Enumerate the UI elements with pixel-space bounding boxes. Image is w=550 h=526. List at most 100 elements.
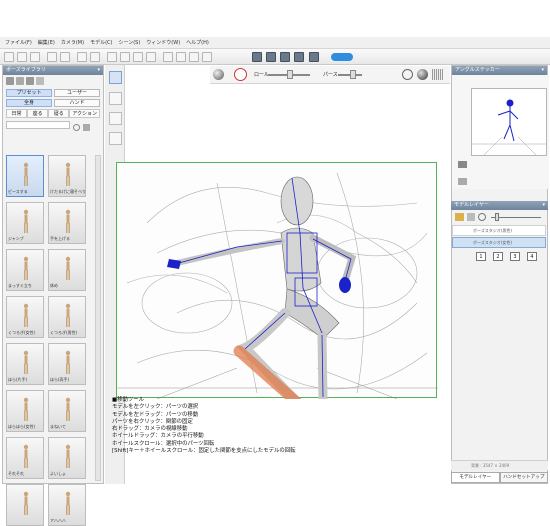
tab-hand[interactable]: ハンド	[54, 99, 100, 107]
eye-icon[interactable]	[189, 52, 199, 62]
pose-figure-icon	[65, 303, 71, 327]
reset-view-icon[interactable]	[402, 69, 413, 80]
angle-button-3[interactable]: 3	[510, 252, 520, 261]
layer-icon[interactable]	[163, 52, 173, 62]
angle-preview[interactable]	[471, 88, 547, 156]
library-scrollbar[interactable]	[95, 155, 101, 481]
menu-file[interactable]: ファイル(F)	[5, 39, 32, 46]
panel-close-icon[interactable]: ▾	[541, 66, 544, 75]
save-icon[interactable]	[30, 52, 40, 62]
visibility-icon[interactable]	[478, 213, 486, 221]
layer-item-male[interactable]: ボーズスタジオ(男性)	[452, 225, 546, 236]
menu-window[interactable]: ウィンドウ(W)	[146, 39, 180, 46]
pose-icon[interactable]	[120, 52, 130, 62]
menu-model[interactable]: モデル(C)	[90, 39, 112, 46]
pose-thumbnail[interactable]: ジャンプ	[6, 202, 44, 244]
perspective-label: パース	[323, 72, 338, 78]
pose-thumbnail[interactable]: ほら(片手)	[6, 343, 44, 385]
category-action[interactable]: アクション	[69, 109, 100, 118]
new-file-icon[interactable]	[4, 52, 14, 62]
pose-thumbnail[interactable]: それそれ	[6, 437, 44, 479]
open-folder-icon[interactable]	[17, 52, 27, 62]
pose-thumbnail[interactable]: くつろぎ(女性)	[6, 296, 44, 338]
search-input[interactable]	[6, 121, 70, 129]
grid-icon[interactable]	[432, 69, 443, 80]
shape-icon[interactable]	[176, 52, 186, 62]
canvas-frame[interactable]	[116, 162, 438, 419]
panel-close-icon[interactable]: ▾	[542, 201, 545, 210]
pose-library-title: ポーズライブラリ	[6, 67, 46, 73]
pose-thumbnail[interactable]	[6, 484, 44, 526]
pose-thumbnail[interactable]: ほら(両手)	[48, 343, 86, 385]
background-icon[interactable]	[266, 52, 276, 62]
category-sit[interactable]: 座る	[27, 109, 49, 118]
menu-edit[interactable]: 編集(E)	[38, 39, 55, 46]
gyro-icon[interactable]	[234, 68, 247, 81]
pose-thumbnail[interactable]: まねいて	[48, 390, 86, 432]
help-line: ホイールドラッグ：カメラの平行移動	[112, 433, 204, 440]
tab-user[interactable]: ユーザー	[54, 89, 100, 97]
pose-figure-icon	[23, 209, 29, 233]
film-icon[interactable]	[294, 52, 304, 62]
pose-figure-icon	[65, 209, 71, 233]
shading-icon[interactable]	[417, 69, 428, 80]
angle-button-4[interactable]: 4	[527, 252, 537, 261]
angle-sticker-area	[452, 75, 549, 189]
angle-button-1[interactable]: 1	[476, 252, 486, 261]
delete-icon[interactable]	[36, 77, 44, 85]
refresh-icon[interactable]	[26, 77, 34, 85]
pose-thumbnail[interactable]: アハハハ	[48, 484, 86, 526]
pose-thumbnail[interactable]: ほらほら(女性)	[6, 390, 44, 432]
tab-model-layer[interactable]: モデルレイヤー	[451, 472, 500, 483]
gear-icon[interactable]	[133, 52, 143, 62]
angle-button-2[interactable]: 2	[493, 252, 503, 261]
tab-preset[interactable]: プリセット	[6, 89, 52, 97]
pen-icon[interactable]	[202, 52, 212, 62]
panel-close-icon[interactable]: ▾	[97, 66, 100, 75]
folder-icon[interactable]	[455, 213, 464, 221]
light-icon[interactable]	[107, 52, 117, 62]
menu-camera[interactable]: カメラ(M)	[61, 39, 84, 46]
pose-thumbnail[interactable]: 休め	[48, 249, 86, 291]
help-icon[interactable]	[309, 52, 319, 62]
perspective-slider-handle[interactable]	[350, 70, 356, 79]
pose-thumbnail[interactable]: けだるげに寝そべり	[48, 155, 86, 197]
tab-full-body[interactable]: 全身	[6, 99, 52, 107]
roll-slider-handle[interactable]	[287, 70, 293, 79]
pose-thumbnail[interactable]: まっすぐ立ち	[6, 249, 44, 291]
opacity-slider-handle[interactable]	[495, 213, 499, 221]
paste-icon[interactable]	[90, 52, 100, 62]
library-icon-row	[3, 75, 103, 87]
pose-thumbnail[interactable]: ピースする	[6, 155, 44, 197]
duplicate-icon[interactable]	[467, 213, 475, 221]
fill-icon[interactable]	[146, 52, 156, 62]
category-sleep[interactable]: 寝る	[48, 109, 70, 118]
settings-icon[interactable]	[83, 124, 90, 131]
copy-icon[interactable]	[77, 52, 87, 62]
pose-thumbnail[interactable]: くつろぎ(男性)	[48, 296, 86, 338]
redo-icon[interactable]	[60, 52, 70, 62]
rotate-tool-icon[interactable]	[109, 92, 122, 105]
pose-figure-icon	[23, 350, 29, 374]
scene-icon[interactable]	[252, 52, 262, 62]
pose-thumbnail[interactable]: よいしょ	[48, 437, 86, 479]
move-tool-icon[interactable]	[109, 71, 122, 84]
image-icon[interactable]	[280, 52, 290, 62]
pose-thumbnail[interactable]: 手を上げる	[48, 202, 86, 244]
undo-icon[interactable]	[47, 52, 57, 62]
tab-hand-setup[interactable]: ハンドセットアップ	[499, 472, 548, 483]
light-sphere-icon[interactable]	[213, 69, 224, 80]
camera-icon[interactable]	[458, 161, 467, 168]
menu-scene[interactable]: シーン(S)	[118, 39, 140, 46]
import-icon[interactable]	[6, 77, 14, 85]
category-daily[interactable]: 日常	[6, 109, 28, 118]
pin-tool-icon[interactable]	[109, 132, 122, 145]
menu-help[interactable]: ヘルプ(H)	[186, 39, 209, 46]
zoom-icon[interactable]	[73, 124, 80, 131]
export-icon[interactable]	[16, 77, 24, 85]
blue-pill-button[interactable]	[331, 53, 353, 61]
camera-tool-icon[interactable]	[109, 112, 122, 125]
photo-icon[interactable]	[458, 178, 467, 185]
model-layer-toolbar	[451, 210, 548, 224]
layer-item-female[interactable]: ボーズスタジオ(女性)	[452, 237, 546, 248]
